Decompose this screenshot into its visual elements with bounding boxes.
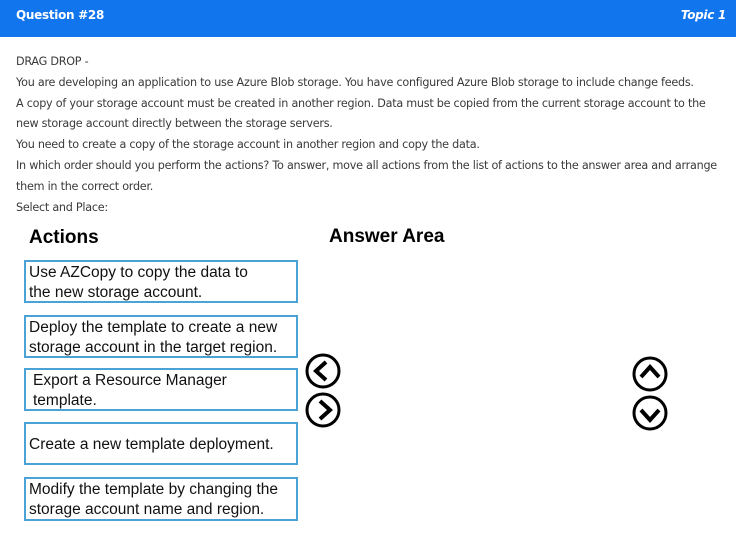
action-item[interactable]: Deploy the template to create a new stor…: [24, 315, 298, 358]
action-text-line: Modify the template by changing the: [29, 481, 279, 498]
action-text-line: Use AZCopy to copy the data to: [29, 264, 248, 281]
question-text: DRAG DROP - You are developing an applic…: [16, 52, 728, 218]
question-line: A copy of your storage account must be c…: [16, 96, 706, 131]
question-line: Select and Place:: [16, 200, 108, 214]
action-text-line: Deploy the template to create a new: [29, 319, 278, 336]
action-text-line: storage account in the target region.: [29, 339, 278, 356]
question-header: Question #28 Topic 1: [0, 0, 736, 37]
action-text-line: template.: [33, 392, 97, 409]
question-line: You need to create a copy of the storage…: [16, 138, 480, 152]
action-text-line: Create a new template deployment.: [29, 436, 274, 453]
arrow-down-circle-icon[interactable]: [632, 395, 668, 431]
question-line: In which order should you perform the ac…: [16, 158, 717, 193]
topic-label: Topic 1: [680, 8, 726, 22]
arrow-up-circle-icon[interactable]: [632, 356, 668, 392]
action-text-line: storage account name and region.: [29, 501, 265, 518]
action-item[interactable]: Modify the template by changing the stor…: [24, 477, 298, 521]
question-line: You are developing an application to use…: [16, 75, 694, 89]
question-line: DRAG DROP -: [16, 55, 89, 68]
arrow-right-circle-icon[interactable]: [305, 392, 341, 428]
action-item[interactable]: Use AZCopy to copy the data to the new s…: [24, 260, 298, 303]
action-text-line: Export a Resource Manager: [33, 372, 227, 389]
action-text-line: the new storage account.: [29, 284, 203, 301]
action-item[interactable]: Export a Resource Manager template.: [24, 368, 298, 411]
question-number: Question #28: [16, 8, 104, 22]
actions-heading: Actions: [29, 227, 99, 248]
arrow-left-circle-icon[interactable]: [305, 353, 341, 389]
answer-area-heading: Answer Area: [329, 226, 445, 247]
action-item[interactable]: Create a new template deployment.: [24, 422, 298, 465]
